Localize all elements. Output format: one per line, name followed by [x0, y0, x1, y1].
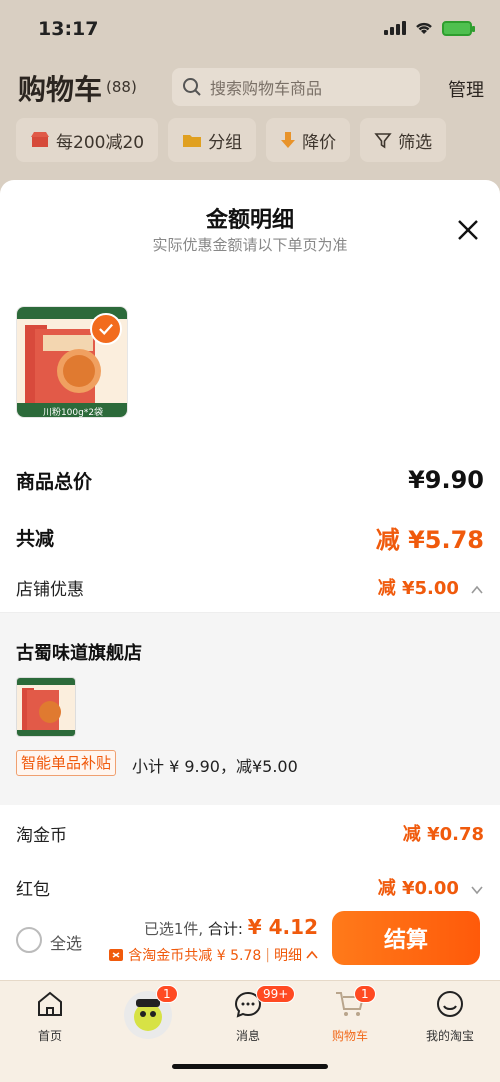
- discount-summary[interactable]: 含淘金币共减 ¥ 5.78 | 明细: [108, 945, 318, 965]
- search-input[interactable]: 搜索购物车商品: [172, 68, 420, 106]
- select-all-label[interactable]: 全选: [50, 930, 82, 954]
- store-product-image: [17, 678, 75, 736]
- search-placeholder: 搜索购物车商品: [210, 79, 323, 98]
- coins-row: 淘金币 减 ¥0.78: [16, 820, 484, 846]
- total-price-value: ¥9.90: [408, 466, 484, 494]
- store-icon: [31, 132, 49, 147]
- total-label: 合计:: [207, 920, 243, 938]
- checkout-button[interactable]: 结算: [332, 911, 480, 965]
- total-price-row: 商品总价 ¥9.90: [16, 466, 484, 494]
- total-discount-value: 减 ¥5.78: [375, 526, 484, 554]
- page-title: 购物车: [18, 73, 103, 106]
- filter-discount[interactable]: 每200减20: [16, 118, 159, 162]
- store-product-thumb[interactable]: [16, 677, 76, 737]
- tab-my-taobao-label: 我的淘宝: [425, 1029, 474, 1043]
- search-icon: [183, 78, 201, 96]
- tab-my-taobao[interactable]: 我的淘宝: [400, 989, 500, 1044]
- manage-button[interactable]: 管理: [448, 76, 484, 102]
- home-icon: [38, 991, 62, 1016]
- filter-price-drop[interactable]: 降价: [266, 118, 351, 162]
- sheet-subtitle: 实际优惠金额请以下单页为准: [152, 236, 348, 254]
- redpacket-label: 红包: [16, 879, 50, 900]
- selected-check-icon[interactable]: [90, 313, 122, 345]
- sheet-title: 金额明细: [205, 208, 294, 233]
- select-all-radio[interactable]: [16, 927, 42, 953]
- chevron-up-icon[interactable]: [470, 583, 484, 597]
- tab-avatar[interactable]: 1: [98, 985, 198, 1045]
- subsidy-tag: 智能单品补贴: [16, 750, 117, 776]
- chevron-down-icon[interactable]: [470, 883, 484, 897]
- home-indicator: [172, 1064, 328, 1069]
- store-detail-panel: 古蜀味道旗舰店 智能单品补贴 小计 ¥ 9.90，减¥5.00: [0, 612, 500, 805]
- total-value: ¥ 4.12: [247, 915, 318, 939]
- filter-group[interactable]: 分组: [168, 118, 257, 162]
- tab-home-label: 首页: [37, 1029, 62, 1043]
- down-arrow-icon: [281, 132, 296, 148]
- tab-messages[interactable]: 消息 99+: [198, 985, 298, 1044]
- redpacket-row[interactable]: 红包 减 ¥0.00: [16, 874, 484, 900]
- selected-count: 已选1件,: [143, 920, 204, 938]
- signal-icon: [384, 21, 406, 35]
- coupon-icon: [109, 949, 124, 961]
- tab-cart-label: 购物车: [331, 1029, 368, 1043]
- battery-icon: [442, 20, 475, 36]
- total-discount-label: 共减: [16, 528, 55, 550]
- tab-cart-badge: 1: [354, 985, 376, 1003]
- filter-screen-label: 筛选: [398, 132, 433, 153]
- store-subtotal: 小计 ¥ 9.90，减¥5.00: [132, 757, 298, 776]
- smile-icon: [437, 991, 463, 1017]
- close-icon[interactable]: [456, 218, 480, 242]
- total-price-label: 商品总价: [16, 470, 93, 493]
- chevron-up-icon[interactable]: [306, 950, 318, 960]
- filter-screen[interactable]: 筛选: [360, 118, 447, 162]
- tab-messages-label: 消息: [235, 1029, 260, 1043]
- cart-count: (88): [106, 78, 137, 96]
- folder-icon: [183, 135, 202, 147]
- cart-header: 购物车 (88) 搜索购物车商品 管理: [0, 62, 500, 112]
- discount-line-text: 含淘金币共减 ¥ 5.78: [128, 948, 262, 964]
- tab-avatar-badge: 1: [156, 985, 178, 1003]
- filter-icon: [374, 133, 392, 149]
- detail-link[interactable]: 明细: [274, 945, 302, 965]
- checkout-bar: 全选 已选1件, 合计: ¥ 4.12 含淘金币共减 ¥ 5.78 | 明细 结…: [0, 905, 500, 980]
- status-time: 13:17: [38, 18, 99, 40]
- filter-bar: 每200减20 分组 降价 筛选: [0, 118, 500, 168]
- tab-home[interactable]: 首页: [0, 989, 100, 1044]
- coins-value: 减 ¥0.78: [402, 824, 484, 845]
- filter-group-label: 分组: [208, 132, 243, 153]
- filter-price-drop-label: 降价: [302, 132, 337, 153]
- coins-label: 淘金币: [16, 825, 67, 846]
- redpacket-value: 减 ¥0.00: [377, 878, 459, 899]
- store-name: 古蜀味道旗舰店: [16, 643, 142, 664]
- store-discount-label: 店铺优惠: [16, 579, 84, 600]
- status-icons: [384, 20, 475, 36]
- tab-messages-badge: 99+: [256, 985, 296, 1003]
- filter-discount-label: 每200减20: [56, 132, 145, 153]
- tab-cart[interactable]: 购物车 1: [300, 985, 400, 1044]
- store-discount-value: 减 ¥5.00: [377, 578, 459, 599]
- selected-summary: 已选1件, 合计: ¥ 4.12: [144, 915, 318, 939]
- product-pack-label: 川粉100g*2袋: [42, 408, 104, 418]
- store-discount-row[interactable]: 店铺优惠 减 ¥5.00: [16, 574, 484, 600]
- wifi-icon: [416, 22, 432, 34]
- total-discount-row: 共减 减 ¥5.78: [16, 520, 484, 555]
- amount-detail-sheet: 金额明细 实际优惠金额请以下单页为准 川粉100g*2袋 商品总价 ¥9.90 …: [0, 180, 500, 980]
- status-bar: 13:17: [0, 0, 500, 60]
